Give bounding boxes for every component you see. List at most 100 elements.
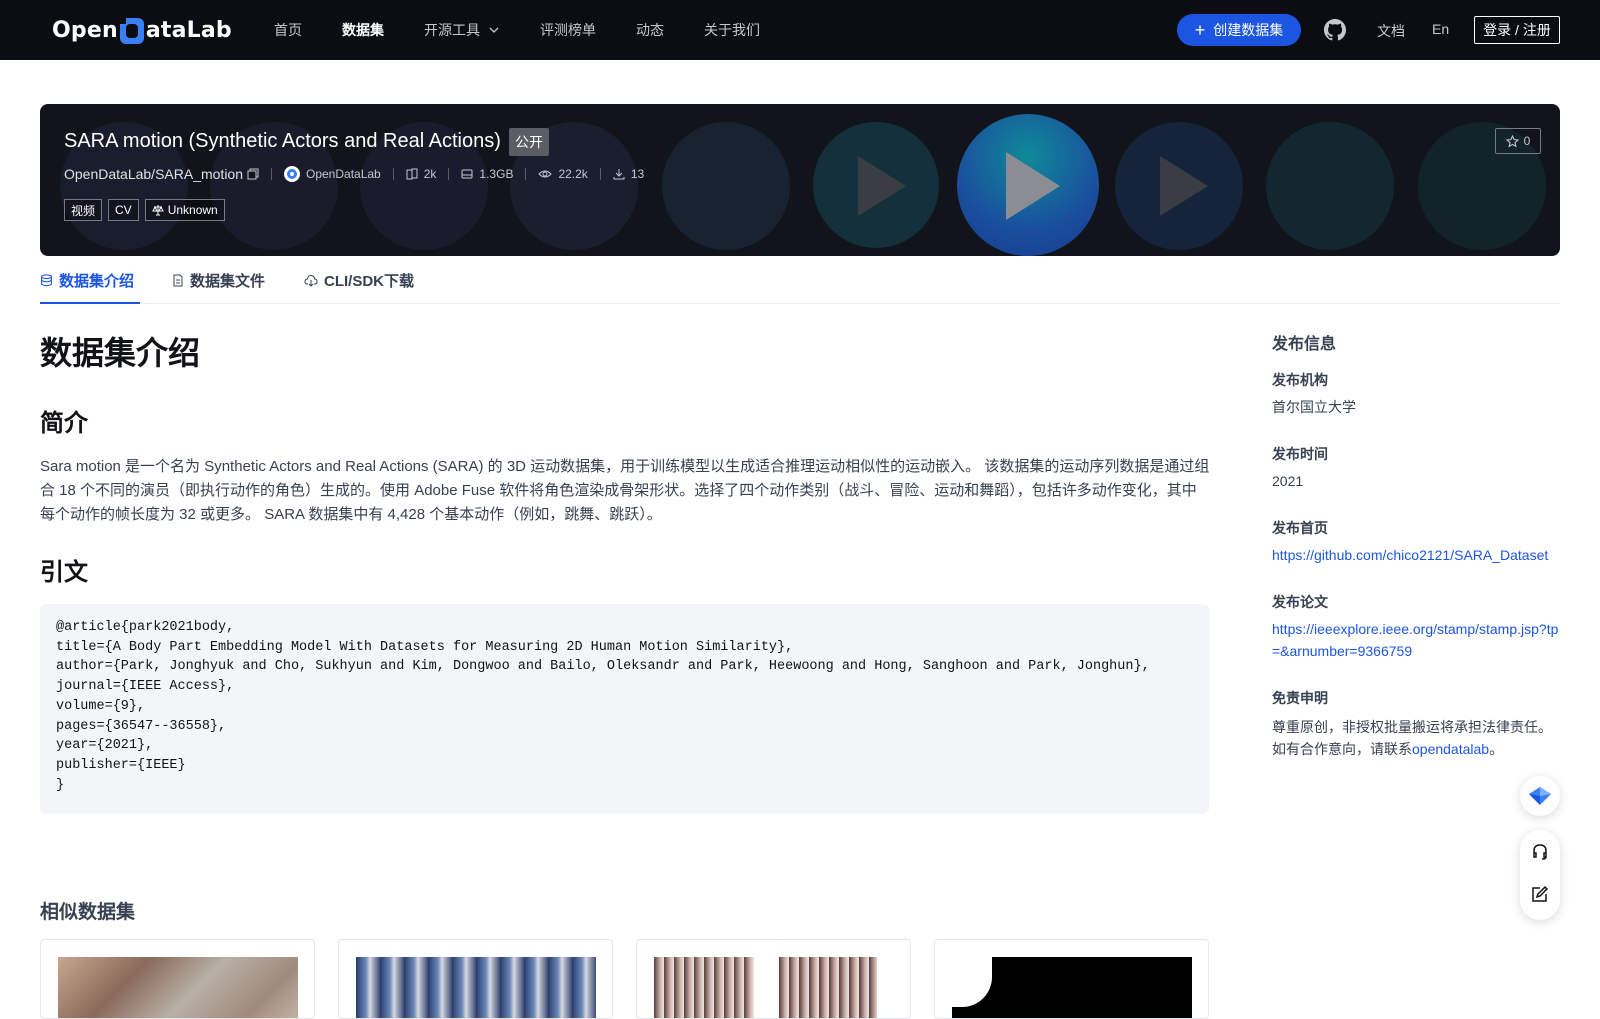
download-count: 13 (613, 167, 644, 181)
github-icon[interactable] (1323, 18, 1347, 42)
publisher-avatar-icon (284, 166, 300, 182)
thumbnail-strip (654, 957, 754, 1018)
file-count: 2k (406, 167, 437, 181)
repo-path: OpenDataLab/SARA_motion (64, 166, 243, 182)
dataset-thumbnail (356, 957, 596, 1018)
similar-dataset-card[interactable] (934, 939, 1209, 1019)
divider (448, 168, 450, 180)
tag-license[interactable]: Unknown (144, 199, 225, 221)
publisher-info[interactable]: OpenDataLab (284, 166, 381, 182)
sidebar-title: 发布信息 (1272, 336, 1337, 353)
tag-list: 视频 CV Unknown (64, 199, 231, 221)
view-count-value: 22.2k (558, 167, 588, 181)
dataset-meta: OpenDataLab/SARA_motion OpenDataLab 2k 1… (64, 164, 644, 184)
dataset-banner: SARA motion (Synthetic Actors and Real A… (40, 104, 1560, 256)
visibility-badge: 公开 (509, 128, 549, 156)
divider (599, 168, 601, 180)
create-dataset-button[interactable]: + 创建数据集 (1177, 14, 1301, 46)
tab-cli-sdk-label: CLI/SDK下载 (324, 273, 415, 290)
similar-dataset-card[interactable] (636, 939, 911, 1019)
copy-icon[interactable] (247, 168, 259, 180)
tab-intro[interactable]: 数据集介绍 (40, 270, 134, 291)
plus-icon: + (1194, 20, 1206, 40)
dataset-tabs: 数据集介绍 数据集文件 CLI/SDK下载 (40, 262, 1560, 304)
tag-video[interactable]: 视频 (64, 199, 103, 221)
dataset-thumbnail (654, 957, 894, 1018)
star-icon (1505, 134, 1519, 147)
time-label: 发布时间 (1272, 446, 1328, 462)
dataset-size: 1.3GB (461, 167, 513, 181)
login-register-button[interactable]: 登录 / 注册 (1474, 16, 1560, 44)
disclaimer-label: 免责申明 (1272, 690, 1328, 706)
play-icon (1006, 152, 1060, 220)
time-value: 2021 (1272, 473, 1304, 489)
scale-icon (151, 205, 164, 216)
homepage-label: 发布首页 (1272, 520, 1328, 536)
eye-icon (538, 170, 553, 178)
ai-assistant-button[interactable] (1520, 776, 1560, 816)
database-icon (41, 274, 52, 287)
tag-cv[interactable]: CV (108, 199, 139, 221)
nav-datasets[interactable]: 数据集 (342, 20, 384, 40)
headset-icon[interactable] (1530, 842, 1550, 862)
dataset-thumbnail (952, 957, 1192, 1018)
nav-leaderboard[interactable]: 评测榜单 (540, 20, 596, 40)
download-count-value: 13 (630, 167, 645, 181)
citation-text: @article{park2021body, title={A Body Par… (56, 620, 1150, 793)
tab-intro-label: 数据集介绍 (59, 273, 135, 290)
tab-cli-sdk[interactable]: CLI/SDK下载 (304, 270, 414, 291)
nav-opensource-tools[interactable]: 开源工具 (424, 20, 500, 40)
logo-d-icon (119, 18, 144, 44)
similar-datasets-heading: 相似数据集 (40, 902, 136, 923)
opendatalab-logo[interactable]: Open ataLab (52, 14, 232, 46)
disclaimer-text: 尊重原创，非授权批量搬运将承担法律责任。如有合作意向，请联系opendatala… (1272, 716, 1562, 760)
view-count: 22.2k (538, 167, 588, 181)
nav-home[interactable]: 首页 (274, 20, 302, 40)
active-tab-indicator (40, 302, 140, 304)
nav-news[interactable]: 动态 (636, 20, 664, 40)
homepage-link[interactable]: https://github.com/chico2121/SARA_Datase… (1272, 544, 1562, 566)
org-label: 发布机构 (1272, 372, 1328, 388)
star-button[interactable]: 0 (1495, 128, 1541, 154)
top-navbar: Open ataLab 首页 数据集 开源工具 评测榜单 动态 关于我们 + 创… (0, 0, 1600, 60)
divider (525, 168, 527, 180)
tab-files-label: 数据集文件 (190, 273, 266, 290)
file-count-value: 2k (423, 167, 437, 181)
play-icon (858, 156, 906, 216)
intro-paragraph: Sara motion 是一个名为 Synthetic Actors and R… (40, 458, 1210, 523)
divider (392, 168, 394, 180)
language-switch[interactable]: En (1432, 21, 1449, 37)
dataset-size-value: 1.3GB (479, 167, 514, 181)
create-dataset-label: 创建数据集 (1213, 22, 1284, 38)
license-label: Unknown (167, 203, 218, 217)
nav-about[interactable]: 关于我们 (704, 20, 760, 40)
citation-code-block: @article{park2021body, title={A Body Par… (40, 604, 1209, 814)
main-menu: 首页 数据集 开源工具 评测榜单 动态 关于我们 (274, 0, 800, 60)
similar-dataset-card[interactable] (40, 939, 315, 1019)
logo-text-left: Open (52, 17, 118, 43)
contact-link[interactable]: opendatalab (1412, 741, 1489, 757)
citation-heading: 引文 (40, 559, 88, 586)
feedback-edit-icon[interactable] (1530, 884, 1550, 904)
page-heading: 数据集介绍 (40, 335, 201, 371)
paper-link[interactable]: https://ieeexplore.ieee.org/stamp/stamp.… (1272, 618, 1562, 662)
file-icon (173, 274, 183, 287)
dataset-thumbnail (58, 957, 298, 1018)
intro-heading: 简介 (40, 410, 88, 437)
floating-toolbar (1520, 830, 1560, 920)
bg-bubble (662, 122, 790, 250)
thumbnail-strip (779, 957, 877, 1018)
dataset-title: SARA motion (Synthetic Actors and Real A… (64, 130, 501, 152)
star-count: 0 (1523, 134, 1531, 148)
publish-info-sidebar: 发布信息 发布机构 首尔国立大学 发布时间 2021 发布首页 https://… (1272, 330, 1562, 757)
logo-text-right: ataLab (145, 17, 232, 43)
download-icon (613, 169, 625, 180)
similar-dataset-card[interactable] (338, 939, 613, 1019)
paper-label: 发布论文 (1272, 594, 1328, 610)
files-icon (406, 168, 418, 180)
divider (271, 168, 272, 180)
tab-files[interactable]: 数据集文件 (172, 270, 265, 291)
nav-docs[interactable]: 文档 (1377, 21, 1405, 41)
storage-icon (461, 169, 473, 179)
nav-opensource-tools-label: 开源工具 (424, 22, 480, 38)
